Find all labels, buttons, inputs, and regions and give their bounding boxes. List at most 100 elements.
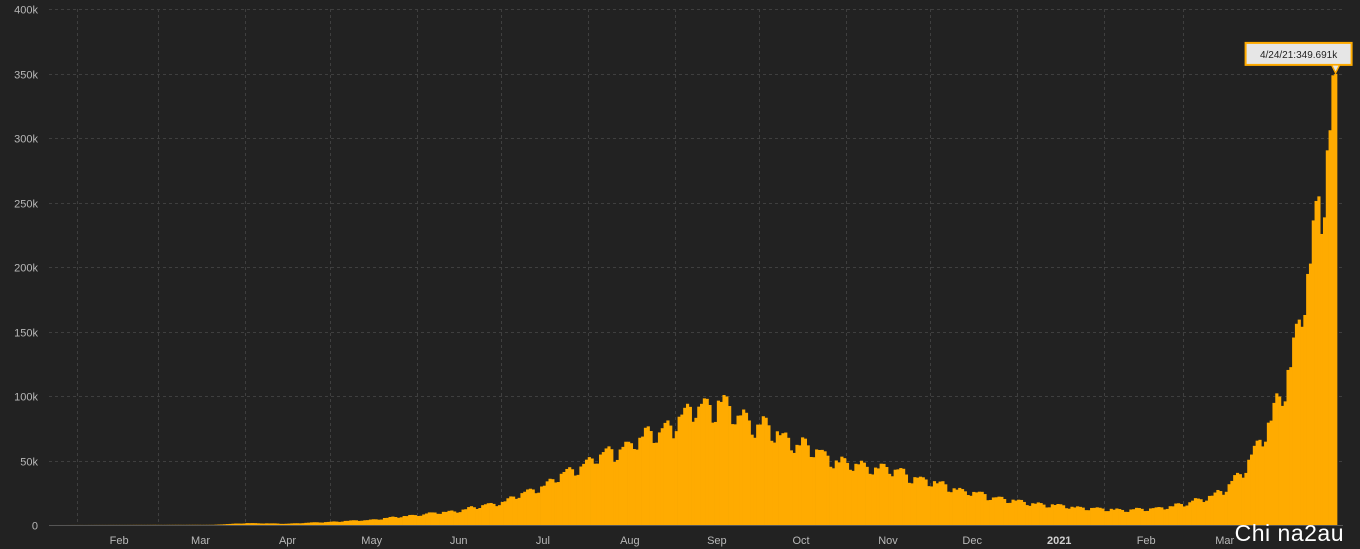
bar: [719, 401, 723, 525]
bar: [523, 491, 527, 525]
bar: [736, 415, 740, 525]
bar: [916, 477, 920, 525]
bar: [1123, 511, 1127, 525]
bar: [700, 403, 704, 525]
bar: [966, 495, 970, 525]
bar: [492, 503, 496, 525]
bar: [388, 516, 392, 525]
bar: [220, 524, 224, 525]
bar: [1019, 499, 1024, 525]
bar: [1334, 73, 1338, 526]
bar: [304, 522, 308, 525]
x-tick-label: Feb: [1137, 535, 1156, 547]
bar: [1303, 314, 1307, 525]
bar: [1036, 502, 1040, 525]
bar: [287, 523, 291, 525]
bar: [946, 491, 951, 525]
bar: [671, 438, 676, 525]
bar: [1146, 510, 1150, 525]
bar: [632, 449, 636, 525]
bar: [489, 502, 493, 525]
bar: [228, 523, 232, 525]
bar: [848, 469, 852, 525]
bar: [685, 403, 690, 525]
y-tick-label: 300k: [14, 134, 38, 146]
bar: [1311, 220, 1315, 526]
bar: [806, 445, 810, 525]
bar: [1076, 506, 1080, 525]
bar: [329, 521, 333, 525]
bar: [604, 448, 608, 525]
bar: [419, 515, 423, 525]
bar: [1143, 511, 1147, 525]
bar: [1235, 472, 1240, 525]
bar: [711, 422, 715, 525]
bar: [767, 425, 771, 525]
bar: [1266, 422, 1271, 525]
bar: [396, 517, 401, 525]
bar: [635, 449, 639, 525]
bar: [831, 468, 836, 525]
x-axis: Feb Mar Apr May Jun Jul Aug Sep Oct Nov Dec 2021 Feb…: [49, 525, 1343, 547]
bar: [593, 463, 597, 525]
bar: [467, 507, 471, 525]
bar: [245, 523, 249, 525]
bar: [627, 441, 631, 525]
bar: [324, 522, 328, 525]
bar: [360, 520, 364, 525]
bar: [270, 523, 274, 525]
bar: [904, 474, 909, 525]
bar: [1292, 337, 1296, 525]
bar: [823, 451, 827, 525]
bar: [318, 522, 322, 525]
bar: [469, 506, 474, 525]
bar: [1210, 495, 1214, 525]
bar: [1177, 503, 1181, 525]
bar: [402, 516, 406, 525]
bar: [512, 496, 516, 525]
bar: [798, 445, 802, 525]
bar: [1196, 498, 1200, 525]
y-tick-label: 350k: [14, 70, 38, 82]
bar: [368, 519, 373, 525]
bar: [427, 512, 431, 525]
bar: [262, 523, 266, 525]
bar: [587, 457, 591, 525]
bar: [778, 435, 782, 525]
bar: [809, 456, 813, 525]
bar: [1017, 499, 1021, 525]
bar: [792, 452, 796, 525]
bar: [556, 482, 561, 525]
bar: [559, 473, 563, 525]
bar: [826, 455, 830, 525]
bar: [526, 489, 530, 525]
x-tick-label: Dec: [962, 535, 982, 547]
bar: [267, 523, 272, 525]
bar: [1252, 445, 1256, 525]
bar: [1014, 500, 1018, 525]
bar: [837, 462, 841, 525]
bar: [775, 431, 779, 525]
bar: [1134, 507, 1139, 525]
bar: [1045, 507, 1049, 525]
bar: [1140, 508, 1144, 525]
bar: [1275, 393, 1279, 525]
bar: [817, 450, 822, 525]
bar: [657, 432, 662, 525]
bar: [1205, 500, 1209, 525]
bar: [1258, 439, 1262, 525]
bar: [843, 458, 847, 525]
bar: [483, 504, 488, 525]
bar: [540, 486, 544, 525]
bar: [1115, 508, 1119, 525]
bar: [871, 474, 875, 525]
bar: [1278, 396, 1282, 525]
bar: [495, 506, 499, 525]
bar: [307, 522, 311, 525]
bar: [882, 463, 886, 525]
bar: [885, 467, 889, 525]
x-tick-label: Apr: [279, 535, 296, 547]
bar: [857, 464, 861, 525]
bar: [500, 501, 504, 525]
bar: [447, 510, 451, 525]
